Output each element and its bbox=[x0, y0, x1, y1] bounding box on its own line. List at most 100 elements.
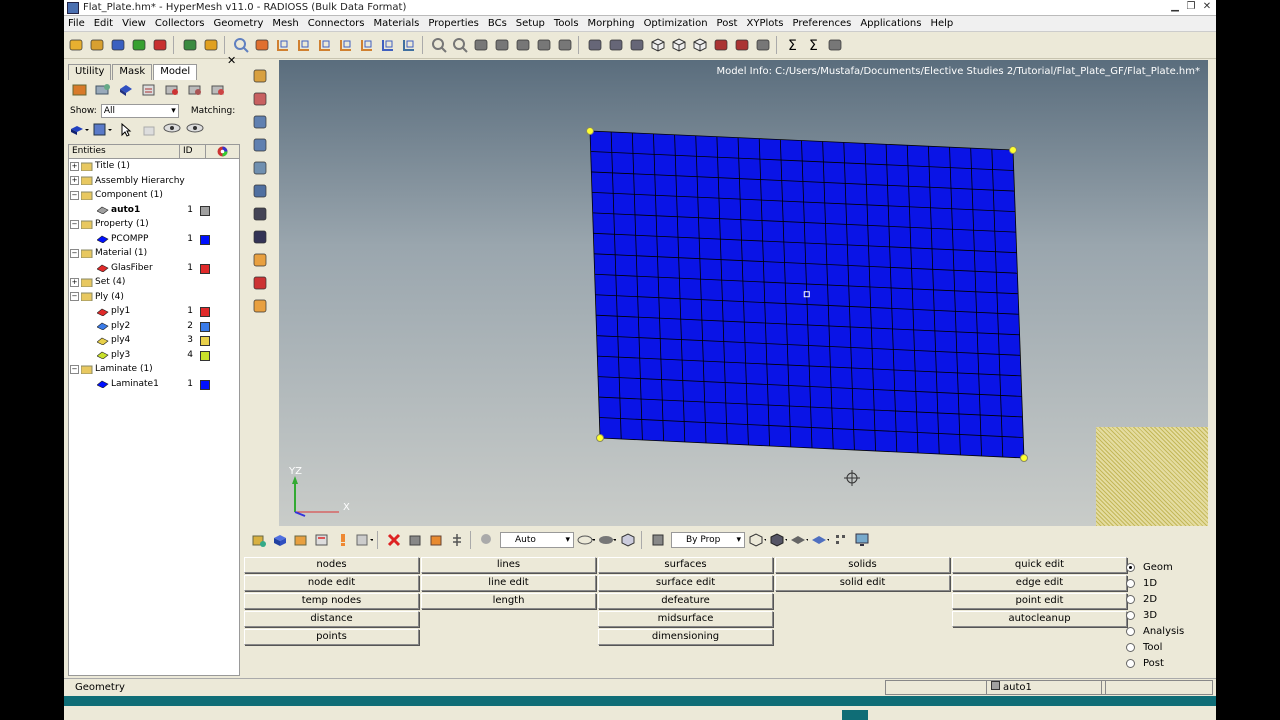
gray-cube-icon[interactable] bbox=[406, 531, 424, 549]
menu-materials[interactable]: Materials bbox=[370, 18, 425, 29]
layers2-side-icon[interactable] bbox=[250, 136, 270, 154]
color-column-header[interactable] bbox=[206, 145, 239, 158]
user-icon[interactable] bbox=[180, 36, 199, 55]
tree-row[interactable]: PCOMPP 1 bbox=[69, 232, 239, 247]
menu-applications[interactable]: Applications bbox=[856, 18, 926, 29]
display-none-icon[interactable] bbox=[116, 82, 136, 98]
menu-edit[interactable]: Edit bbox=[90, 18, 118, 29]
hand-icon[interactable] bbox=[492, 36, 511, 55]
tree-structure-icon[interactable] bbox=[448, 531, 466, 549]
expand-toggle-icon[interactable]: + bbox=[70, 277, 79, 287]
hide-icon[interactable] bbox=[185, 82, 205, 98]
menu-connectors[interactable]: Connectors bbox=[304, 18, 370, 29]
panel-button-distance[interactable]: distance bbox=[244, 611, 419, 627]
radio-dot-icon[interactable] bbox=[1126, 626, 1135, 636]
graphics-viewport[interactable]: Model Info: C:/Users/Mustafa/Documents/E… bbox=[279, 60, 1208, 526]
tree-row[interactable]: − Component (1) bbox=[69, 188, 239, 203]
undo-icon[interactable] bbox=[150, 36, 169, 55]
tree-row[interactable]: − Material (1) bbox=[69, 246, 239, 261]
view-iso-icon[interactable] bbox=[357, 36, 376, 55]
cylinder-icon[interactable] bbox=[627, 36, 646, 55]
section-icon[interactable] bbox=[732, 36, 751, 55]
plane-icon[interactable] bbox=[790, 531, 808, 549]
tree-row[interactable]: − Ply (4) bbox=[69, 290, 239, 305]
tree-row[interactable]: − Laminate (1) bbox=[69, 362, 239, 377]
radio-geom[interactable]: Geom bbox=[1126, 559, 1212, 575]
eye-plus-minus-icon[interactable] bbox=[162, 122, 182, 138]
panel-side-icon[interactable] bbox=[250, 297, 270, 315]
tree-row[interactable]: ply2 2 bbox=[69, 319, 239, 334]
entity-type-icon[interactable] bbox=[70, 122, 90, 138]
id-column-header[interactable]: ID bbox=[180, 145, 206, 158]
element-check-icon[interactable] bbox=[753, 36, 772, 55]
probe-icon[interactable] bbox=[585, 36, 604, 55]
color-swatch[interactable] bbox=[200, 307, 210, 317]
layers-side-icon[interactable] bbox=[250, 113, 270, 131]
view-z-icon[interactable] bbox=[336, 36, 355, 55]
tree-row[interactable]: GlasFiber 1 bbox=[69, 261, 239, 276]
zoom-out-icon[interactable] bbox=[450, 36, 469, 55]
browser-close-icon[interactable]: ✕ bbox=[227, 54, 236, 67]
color-swatch[interactable] bbox=[200, 350, 210, 361]
expand-toggle-icon[interactable]: + bbox=[70, 161, 79, 171]
radio-tool[interactable]: Tool bbox=[1126, 639, 1212, 655]
show-icon[interactable] bbox=[208, 82, 228, 98]
expand-toggle-icon[interactable]: − bbox=[70, 219, 79, 229]
tree-row[interactable]: Laminate1 1 bbox=[69, 377, 239, 392]
menu-mesh[interactable]: Mesh bbox=[268, 18, 303, 29]
wire-shape-icon[interactable] bbox=[577, 531, 595, 549]
tree-row[interactable]: ply1 1 bbox=[69, 304, 239, 319]
view-x-icon[interactable] bbox=[294, 36, 313, 55]
panel-button-lines[interactable]: lines bbox=[421, 557, 596, 573]
components-icon[interactable] bbox=[250, 531, 268, 549]
color-swatch[interactable] bbox=[200, 379, 210, 390]
view-top-icon[interactable] bbox=[378, 36, 397, 55]
number-123-icon[interactable] bbox=[250, 228, 270, 246]
radio-dot-icon[interactable] bbox=[1126, 562, 1135, 572]
view-save-icon[interactable] bbox=[399, 36, 418, 55]
panel-button-length[interactable]: length bbox=[421, 593, 596, 609]
add-icon[interactable] bbox=[139, 122, 159, 138]
arrow-lr-icon[interactable] bbox=[513, 36, 532, 55]
panel-button-surface-edit[interactable]: surface edit bbox=[598, 575, 773, 591]
entities-column-header[interactable]: Entities bbox=[69, 145, 180, 158]
grid-dropdown-icon[interactable] bbox=[355, 531, 373, 549]
corner-node[interactable] bbox=[586, 127, 594, 135]
abc-icon[interactable] bbox=[250, 251, 270, 269]
color-swatch[interactable] bbox=[200, 263, 210, 274]
pick-cursor-icon[interactable] bbox=[116, 122, 136, 138]
tree-row[interactable]: − Property (1) bbox=[69, 217, 239, 232]
menu-bcs[interactable]: BCs bbox=[484, 18, 512, 29]
eye-one-icon[interactable] bbox=[185, 122, 205, 138]
components-side-icon[interactable] bbox=[250, 67, 270, 85]
properties-icon[interactable] bbox=[313, 531, 331, 549]
expand-toggle-icon[interactable]: − bbox=[70, 190, 79, 200]
cube-face-icon[interactable] bbox=[690, 36, 709, 55]
radio-3d[interactable]: 3D bbox=[1126, 607, 1212, 623]
panel-button-surfaces[interactable]: surfaces bbox=[598, 557, 773, 573]
save-icon[interactable] bbox=[108, 36, 127, 55]
delete-x-icon[interactable] bbox=[385, 531, 403, 549]
radio-dot-icon[interactable] bbox=[1126, 642, 1135, 652]
color-swatch[interactable] bbox=[200, 234, 210, 245]
panel-button-node-edit[interactable]: node edit bbox=[244, 575, 419, 591]
open-model-icon[interactable] bbox=[66, 36, 85, 55]
radio-1d[interactable]: 1D bbox=[1126, 575, 1212, 591]
color-swatch[interactable] bbox=[200, 336, 210, 346]
panel-button-defeature[interactable]: defeature bbox=[598, 593, 773, 609]
menu-file[interactable]: File bbox=[64, 18, 90, 29]
isolate-icon[interactable] bbox=[139, 82, 159, 98]
panel-button-temp-nodes[interactable]: temp nodes bbox=[244, 593, 419, 609]
folder-orange-icon[interactable] bbox=[292, 531, 310, 549]
corner-node[interactable] bbox=[1020, 454, 1028, 462]
color-by-select[interactable]: By Prop bbox=[671, 532, 745, 548]
show-select[interactable]: All bbox=[100, 104, 179, 118]
expand-toggle-icon[interactable]: − bbox=[70, 248, 79, 258]
wireframe-cube-icon[interactable] bbox=[748, 531, 766, 549]
menu-help[interactable]: Help bbox=[926, 18, 958, 29]
radio-dot-icon[interactable] bbox=[1126, 610, 1135, 620]
sum-icon[interactable]: Σ bbox=[783, 36, 802, 55]
tab-model[interactable]: Model bbox=[153, 64, 198, 80]
color-swatch[interactable] bbox=[200, 205, 210, 216]
view-y-icon[interactable] bbox=[315, 36, 334, 55]
